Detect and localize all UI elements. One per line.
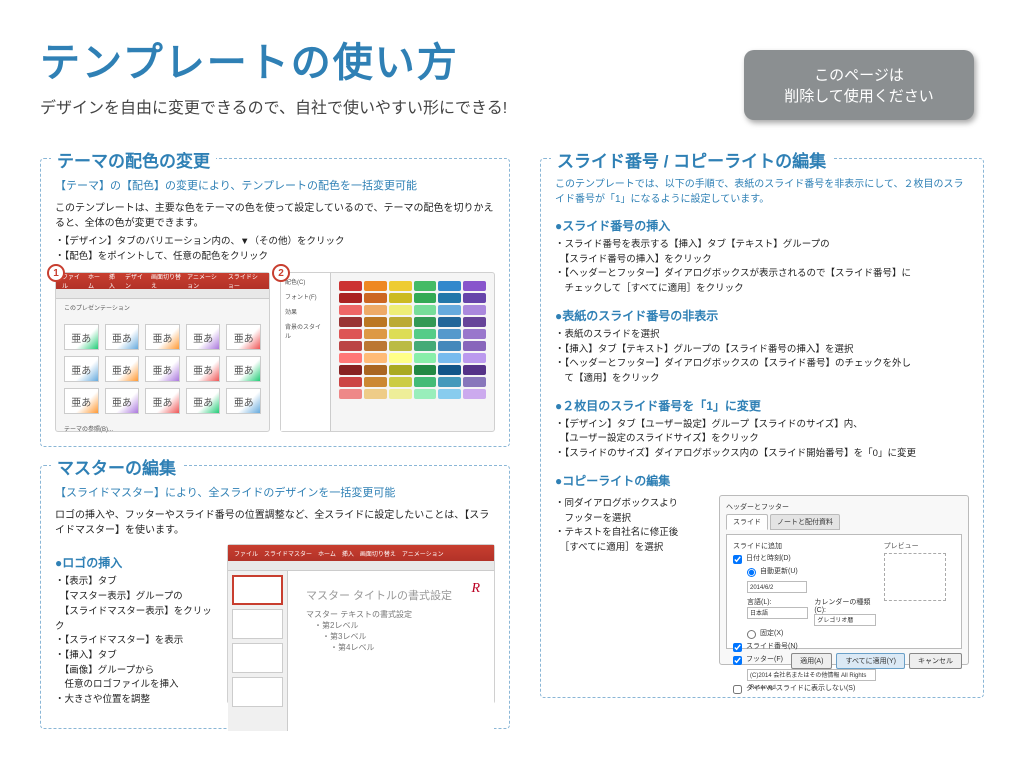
- list-item: 【スライド番号の挿入】をクリック: [555, 253, 969, 268]
- radio-auto[interactable]: [747, 568, 756, 577]
- date-value[interactable]: 2014/6/2: [747, 581, 807, 593]
- section-slidenum: スライド番号 / コピーライトの編集 このテンプレートでは、以下の手順で、表紙の…: [540, 158, 984, 698]
- master-bullet: 【スライドマスター表示】をクリック: [55, 605, 215, 634]
- color-picker-mock: 2 配色(C)フォント(F)効果背景のスタイル: [280, 272, 495, 432]
- section-master: マスターの編集 【スライドマスター】により、全スライドのデザインを一括変更可能 …: [40, 465, 510, 728]
- lbl-auto: 自動更新(U): [760, 568, 798, 576]
- logo-placeholder: R: [471, 581, 480, 597]
- b-hide: ・表紙のスライドを選択 ・【挿入】タブ【テキスト】グループの【スライド番号の挿入…: [555, 328, 969, 387]
- lang-select[interactable]: 日本語: [747, 607, 808, 619]
- canvas-l2: ・第2レベル: [314, 620, 476, 631]
- chk-datetime[interactable]: [733, 555, 742, 564]
- h-copyright: ●コピーライトの編集: [555, 472, 969, 489]
- section-master-title: マスターの編集: [51, 454, 182, 479]
- section-theme-body: このテンプレートは、主要な色をテーマの色を使って設定しているので、テーマの配色を…: [55, 201, 495, 231]
- master-bullet: ・大きさや位置を調整: [55, 693, 215, 708]
- dialog-tab-slide[interactable]: スライド: [726, 514, 768, 530]
- master-bullet: ・【表示】タブ: [55, 575, 215, 590]
- list-item: ・【デザイン】タブ【ユーザー設定】グループ【スライドのサイズ】内、: [555, 418, 969, 433]
- master-bullet: 【画像】グループから: [55, 664, 215, 679]
- list-item: ・【挿入】タブ【テキスト】グループの【スライド番号の挿入】を選択: [555, 343, 969, 358]
- list-item: 【ユーザー設定のスライドサイズ】をクリック: [555, 432, 969, 447]
- list-item: ・【スライドのサイズ】ダイアログボックス内の【スライド開始番号】を「0」に変更: [555, 447, 969, 462]
- slidemaster-mock: ファイルスライドマスターホーム挿入画面切り替えアニメーション: [227, 544, 495, 704]
- delete-note: このページは 削除して使用ください: [744, 50, 974, 120]
- b-insert: ・スライド番号を表示する【挿入】タブ【テキスト】グループの 【スライド番号の挿入…: [555, 238, 969, 297]
- content-label: スライドに追加: [733, 541, 876, 551]
- dialog-tab-notes[interactable]: ノートと配付資料: [770, 514, 840, 530]
- cal-label: カレンダーの種類(C):: [814, 597, 875, 614]
- btn-apply[interactable]: 適用(A): [791, 653, 832, 669]
- design-tab-mock: 1 ファイルホーム挿入デザイン画面切り替えアニメーションスライドショー このプレ…: [55, 272, 270, 432]
- h-hide: ●表紙のスライド番号の非表示: [555, 307, 969, 324]
- list-item: ・同ダイアログボックスより: [555, 497, 705, 512]
- section-theme-title: テーマの配色の変更: [51, 147, 216, 172]
- master-bullet: ・【スライドマスター】を表示: [55, 634, 215, 649]
- canvas-l3: ・第3レベル: [322, 631, 476, 642]
- lang-label: 言語(L):: [747, 597, 808, 607]
- list-item: ・【ヘッダーとフッター】ダイアログボックスが表示されるので【スライド番号】に: [555, 267, 969, 282]
- preview-label: プレビュー: [884, 541, 955, 551]
- master-bullets: ・【表示】タブ 【マスター表示】グループの 【スライドマスター表示】をクリック …: [55, 575, 215, 707]
- master-bullet: ・【挿入】タブ: [55, 649, 215, 664]
- note-line2: 削除して使用ください: [784, 85, 934, 106]
- footer-input[interactable]: (C)2014 会社名またはその他情報 All Rights Reserved.: [747, 669, 876, 681]
- list-item: チェックして［すべてに適用］をクリック: [555, 282, 969, 297]
- btn-cancel[interactable]: キャンセル: [909, 653, 962, 669]
- b-start1: ・【デザイン】タブ【ユーザー設定】グループ【スライドのサイズ】内、 【ユーザー設…: [555, 418, 969, 462]
- preview-box: [884, 553, 946, 601]
- chk-notitle[interactable]: [733, 685, 742, 694]
- lbl-fixed: 固定(X): [760, 630, 783, 638]
- master-head-logo: ●ロゴの挿入: [55, 554, 215, 571]
- lbl-slidenum: スライド番号(N): [746, 643, 798, 651]
- canvas-l4: ・第4レベル: [330, 642, 476, 653]
- list-item: ・【ヘッダーとフッター】ダイアログボックスの【スライド番号】のチェックを外し: [555, 357, 969, 372]
- b-copyright: ・同ダイアログボックスより フッターを選択 ・テキストを自社名に修正後 ［すべて…: [555, 497, 705, 556]
- header-footer-dialog: ヘッダーとフッター スライド ノートと配付資料 スライドに追加 日付と時刻(D)…: [719, 495, 969, 665]
- section-theme-sub: 【テーマ】の【配色】の変更により、テンプレートの配色を一括変更可能: [55, 177, 495, 193]
- slidenum-intro: このテンプレートでは、以下の手順で、表紙のスライド番号を非表示にして、２枚目のス…: [555, 177, 969, 207]
- dialog-title: ヘッダーとフッター: [726, 502, 962, 512]
- h-insert: ●スライド番号の挿入: [555, 217, 969, 234]
- btn-apply-all[interactable]: すべてに適用(Y): [836, 653, 905, 669]
- master-bullet: 任意のロゴファイルを挿入: [55, 678, 215, 693]
- lbl-datetime: 日付と時刻(D): [746, 555, 791, 563]
- cal-select[interactable]: グレゴリオ暦: [814, 614, 875, 626]
- theme-bullet: ・【配色】をポイントして、任意の配色をクリック: [55, 250, 495, 265]
- list-item: ・表紙のスライドを選択: [555, 328, 969, 343]
- section-master-body: ロゴの挿入や、フッターやスライド番号の位置調整など、全スライドに設定したいことは…: [55, 508, 495, 538]
- list-item: ・スライド番号を表示する【挿入】タブ【テキスト】グループの: [555, 238, 969, 253]
- theme-bullets: ・【デザイン】タブのバリエーション内の、▼（その他）をクリック ・【配色】をポイ…: [55, 235, 495, 264]
- h-start1: ●２枚目のスライド番号を「1」に変更: [555, 397, 969, 414]
- canvas-sub: マスター テキストの書式設定: [306, 609, 476, 620]
- canvas-title: マスター タイトルの書式設定: [306, 587, 476, 603]
- list-item: ・テキストを自社名に修正後: [555, 526, 705, 541]
- chk-slidenum[interactable]: [733, 643, 742, 652]
- list-item: フッターを選択: [555, 512, 705, 527]
- section-theme: テーマの配色の変更 【テーマ】の【配色】の変更により、テンプレートの配色を一括変…: [40, 158, 510, 447]
- master-bullet: 【マスター表示】グループの: [55, 590, 215, 605]
- radio-fixed[interactable]: [747, 630, 756, 639]
- note-line1: このページは: [814, 64, 904, 85]
- lbl-footer: フッター(F): [746, 656, 783, 664]
- chk-footer[interactable]: [733, 656, 742, 665]
- section-slidenum-title: スライド番号 / コピーライトの編集: [551, 147, 832, 172]
- lbl-notitle: タイトル スライドに表示しない(S): [746, 685, 855, 693]
- section-master-sub: 【スライドマスター】により、全スライドのデザインを一括変更可能: [55, 484, 495, 500]
- theme-bullet: ・【デザイン】タブのバリエーション内の、▼（その他）をクリック: [55, 235, 495, 250]
- list-item: ［すべてに適用］を選択: [555, 541, 705, 556]
- list-item: て【適用】をクリック: [555, 372, 969, 387]
